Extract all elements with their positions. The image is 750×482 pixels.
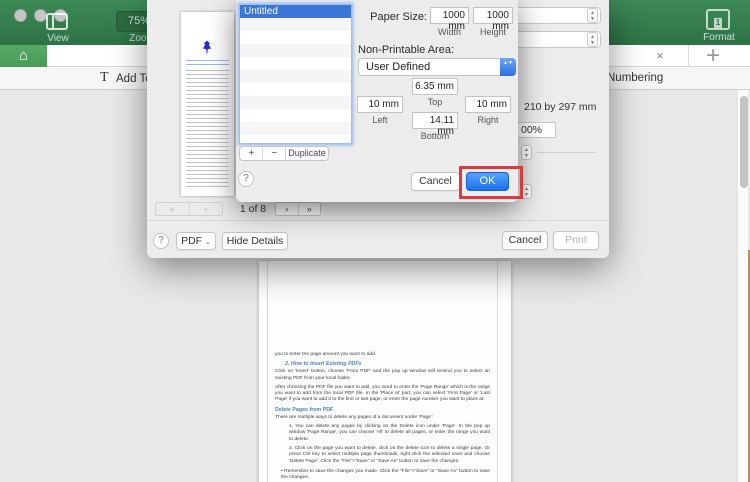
bottom-margin-label: Bottom: [420, 131, 450, 141]
height-input[interactable]: 1000 mm: [473, 7, 513, 32]
format-button[interactable]: 1: [706, 9, 730, 30]
npa-value: User Defined: [366, 61, 431, 73]
scale-input[interactable]: 00%: [512, 122, 556, 138]
document-text-frame: you to enter the page amount you want to…: [267, 261, 498, 482]
width-input[interactable]: 1000 mm: [430, 7, 469, 32]
close-tab-icon[interactable]: ×: [652, 46, 668, 66]
traffic-light-close[interactable]: [14, 9, 27, 22]
stepper-down-icon: ▼: [524, 192, 529, 198]
next-page-button[interactable]: ›: [276, 203, 298, 215]
previous-page-button[interactable]: ‹: [188, 203, 223, 215]
numbering-button[interactable]: Numbering: [607, 72, 663, 84]
pdf-menu-label: PDF: [181, 235, 203, 247]
last-page-button[interactable]: »: [297, 203, 321, 215]
doc-heading: 2. How to Insert Existing PDFs: [285, 361, 362, 368]
doc-list-item: 2. Click on the page you want to delete,…: [289, 445, 490, 464]
sheet-help-button[interactable]: ?: [238, 171, 254, 187]
width-label: Width: [437, 27, 461, 37]
home-tab[interactable]: ⌂: [0, 45, 47, 67]
page-indicator: 1 of 8: [239, 203, 267, 215]
left-margin-input[interactable]: 10 mm: [357, 96, 403, 113]
home-icon: ⌂: [18, 47, 29, 64]
sidebar-panel-icon: [46, 13, 68, 30]
bottom-margin-input[interactable]: 14.11 mm: [412, 112, 458, 137]
right-margin-label: Right: [477, 115, 499, 125]
dialog-separator: [147, 220, 609, 221]
top-margin-input[interactable]: 6.35 mm: [412, 78, 458, 95]
add-preset-button[interactable]: +: [240, 147, 262, 160]
print-button[interactable]: Print: [553, 231, 599, 250]
print-help-button[interactable]: ?: [153, 233, 169, 249]
stepper-down-icon: ▼: [524, 153, 529, 159]
annotation-highlight-rectangle: [459, 166, 523, 199]
print-preview-page[interactable]: [181, 12, 234, 196]
preview-text-lines: [186, 70, 229, 190]
pdf-menu-button[interactable]: PDF ⌄: [176, 232, 216, 250]
stepper-control[interactable]: ▲ ▼: [587, 8, 598, 23]
print-cancel-button[interactable]: Cancel: [502, 231, 548, 250]
add-tab-icon[interactable]: +: [698, 43, 728, 69]
app-window: View 75% ⌄ Zoom 1 Format ⌂ × + T Add Te …: [0, 0, 750, 482]
remove-preset-button[interactable]: −: [262, 147, 285, 160]
first-page-button[interactable]: «: [156, 203, 189, 215]
paper-size-label: Paper Size:: [370, 11, 427, 23]
stepper-down-icon: ▼: [590, 40, 595, 46]
right-margin-input[interactable]: 10 mm: [465, 96, 511, 113]
non-printable-area-dropdown[interactable]: User Defined ▲▼: [358, 58, 516, 76]
preset-list-item-selected[interactable]: Untitled: [240, 5, 351, 18]
vertical-scrollbar[interactable]: [737, 90, 748, 482]
height-label: Height: [479, 27, 506, 37]
stepper-control[interactable]: ▲ ▼: [587, 32, 598, 47]
add-text-icon: T: [100, 70, 109, 85]
format-page-icon: 1: [706, 9, 730, 30]
scrollbar-thumb[interactable]: [739, 96, 748, 188]
left-margin-label: Left: [372, 115, 388, 125]
stepper-control[interactable]: ▲ ▼: [521, 145, 532, 160]
pager-back-group: « ‹: [155, 202, 223, 216]
doc-paragraph: Click on 'Insert' button, choose 'From P…: [275, 369, 490, 381]
separator-line: [537, 152, 595, 153]
non-printable-area-label: Non-Printable Area:: [358, 44, 454, 56]
preview-text-lines: [186, 60, 229, 68]
view-label: View: [47, 33, 69, 44]
pushpin-image: [203, 40, 211, 56]
doc-paragraph: After choosing the PDF file you want to …: [275, 384, 490, 403]
sheet-cancel-button[interactable]: Cancel: [411, 172, 460, 191]
paper-size-preset-list[interactable]: Untitled: [239, 4, 352, 144]
doc-paragraph: There are multiple ways to delete any pa…: [275, 414, 434, 420]
preset-edit-buttons: + − Duplicate: [239, 146, 329, 161]
stepper-down-icon: ▼: [590, 16, 595, 22]
tab-separator: [688, 45, 689, 67]
doc-bullet: • Remember to save the changes you made,…: [281, 468, 490, 481]
top-margin-label: Top: [427, 97, 443, 107]
popup-stepper-icon: ▲▼: [500, 58, 516, 76]
doc-paragraph: you to enter the page amount you want to…: [275, 352, 377, 357]
hide-details-button[interactable]: Hide Details: [222, 232, 288, 250]
doc-list-item: 1. You can delete any pages by clicking …: [289, 424, 490, 442]
chevron-down-icon: ⌄: [205, 239, 211, 246]
paper-dimensions-text: 210 by 297 mm: [524, 101, 597, 113]
document-page: you to enter the page amount you want to…: [259, 261, 511, 482]
duplicate-preset-button[interactable]: Duplicate: [284, 147, 328, 160]
view-button[interactable]: [46, 13, 68, 30]
doc-heading: Delete Pages from PDF: [275, 406, 334, 413]
pager-forward-group: › »: [275, 202, 321, 216]
